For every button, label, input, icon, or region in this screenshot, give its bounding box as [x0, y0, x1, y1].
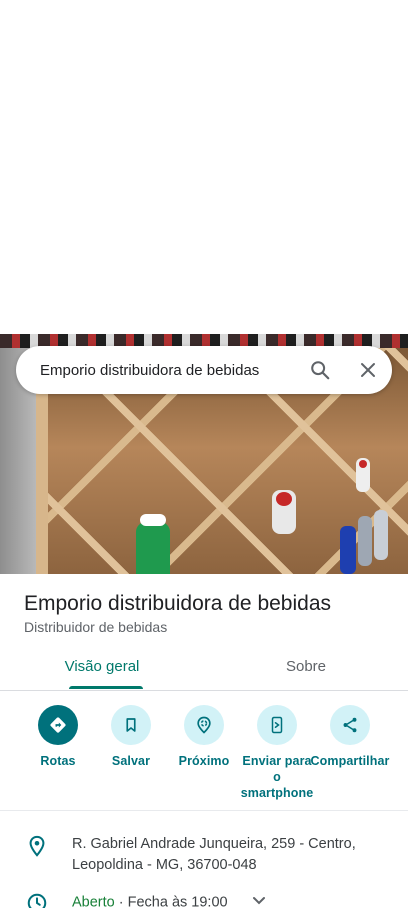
directions-icon	[50, 717, 66, 733]
share-label: Compartilhar	[310, 754, 390, 768]
nearby-button[interactable]: Próximo	[164, 705, 244, 769]
directions-label: Rotas	[40, 754, 76, 768]
share-icon	[343, 717, 357, 733]
close-icon	[361, 363, 375, 377]
tab-overview[interactable]: Visão geral	[0, 648, 204, 690]
action-bar: Rotas Salvar Próximo Enviar para o smart…	[0, 705, 408, 805]
clear-search-button[interactable]	[344, 346, 392, 394]
hours-row[interactable]: Aberto · Fecha às 19:00	[0, 892, 408, 908]
search-bar[interactable]: Emporio distribuidora de bebidas	[16, 346, 392, 394]
place-tabs: Visão geral Sobre	[0, 648, 408, 691]
divider	[0, 810, 408, 811]
tab-about[interactable]: Sobre	[204, 648, 408, 690]
nearby-icon	[197, 716, 211, 734]
address-line-2: Leopoldina - MG, 36700-048	[72, 857, 257, 873]
place-category[interactable]: Distribuidor de bebidas	[24, 619, 167, 635]
closing-time: · Fecha às 19:00	[114, 894, 228, 908]
clock-icon	[27, 893, 47, 908]
nearby-label: Próximo	[178, 754, 230, 768]
chevron-down-icon	[252, 897, 265, 905]
expand-hours-button[interactable]	[252, 892, 266, 908]
drink-can	[272, 490, 296, 534]
drink-can	[374, 510, 388, 560]
drink-can	[340, 526, 356, 574]
location-pin-icon	[29, 835, 45, 857]
blank-area	[0, 0, 408, 334]
open-status: Aberto	[72, 894, 115, 908]
search-input[interactable]: Emporio distribuidora de bebidas	[40, 362, 296, 379]
green-bottle	[136, 514, 170, 574]
address-line-1: R. Gabriel Andrade Junqueira, 259 - Cent…	[72, 836, 356, 852]
save-button[interactable]: Salvar	[91, 705, 171, 769]
send-to-phone-label: Enviar para o smartphone	[240, 754, 314, 800]
search-button[interactable]	[296, 346, 344, 394]
search-icon	[311, 361, 330, 380]
bookmark-icon	[126, 718, 136, 732]
send-to-phone-icon	[271, 716, 283, 734]
save-label: Salvar	[111, 754, 151, 768]
address-row[interactable]: R. Gabriel Andrade Junqueira, 259 - Cent…	[0, 834, 408, 876]
place-title: Emporio distribuidora de bebidas	[24, 592, 332, 615]
send-to-phone-button[interactable]: Enviar para o smartphone	[237, 705, 317, 801]
drink-can	[358, 516, 372, 566]
drink-can	[356, 458, 370, 492]
share-button[interactable]: Compartilhar	[310, 705, 390, 769]
directions-button[interactable]: Rotas	[18, 705, 98, 769]
